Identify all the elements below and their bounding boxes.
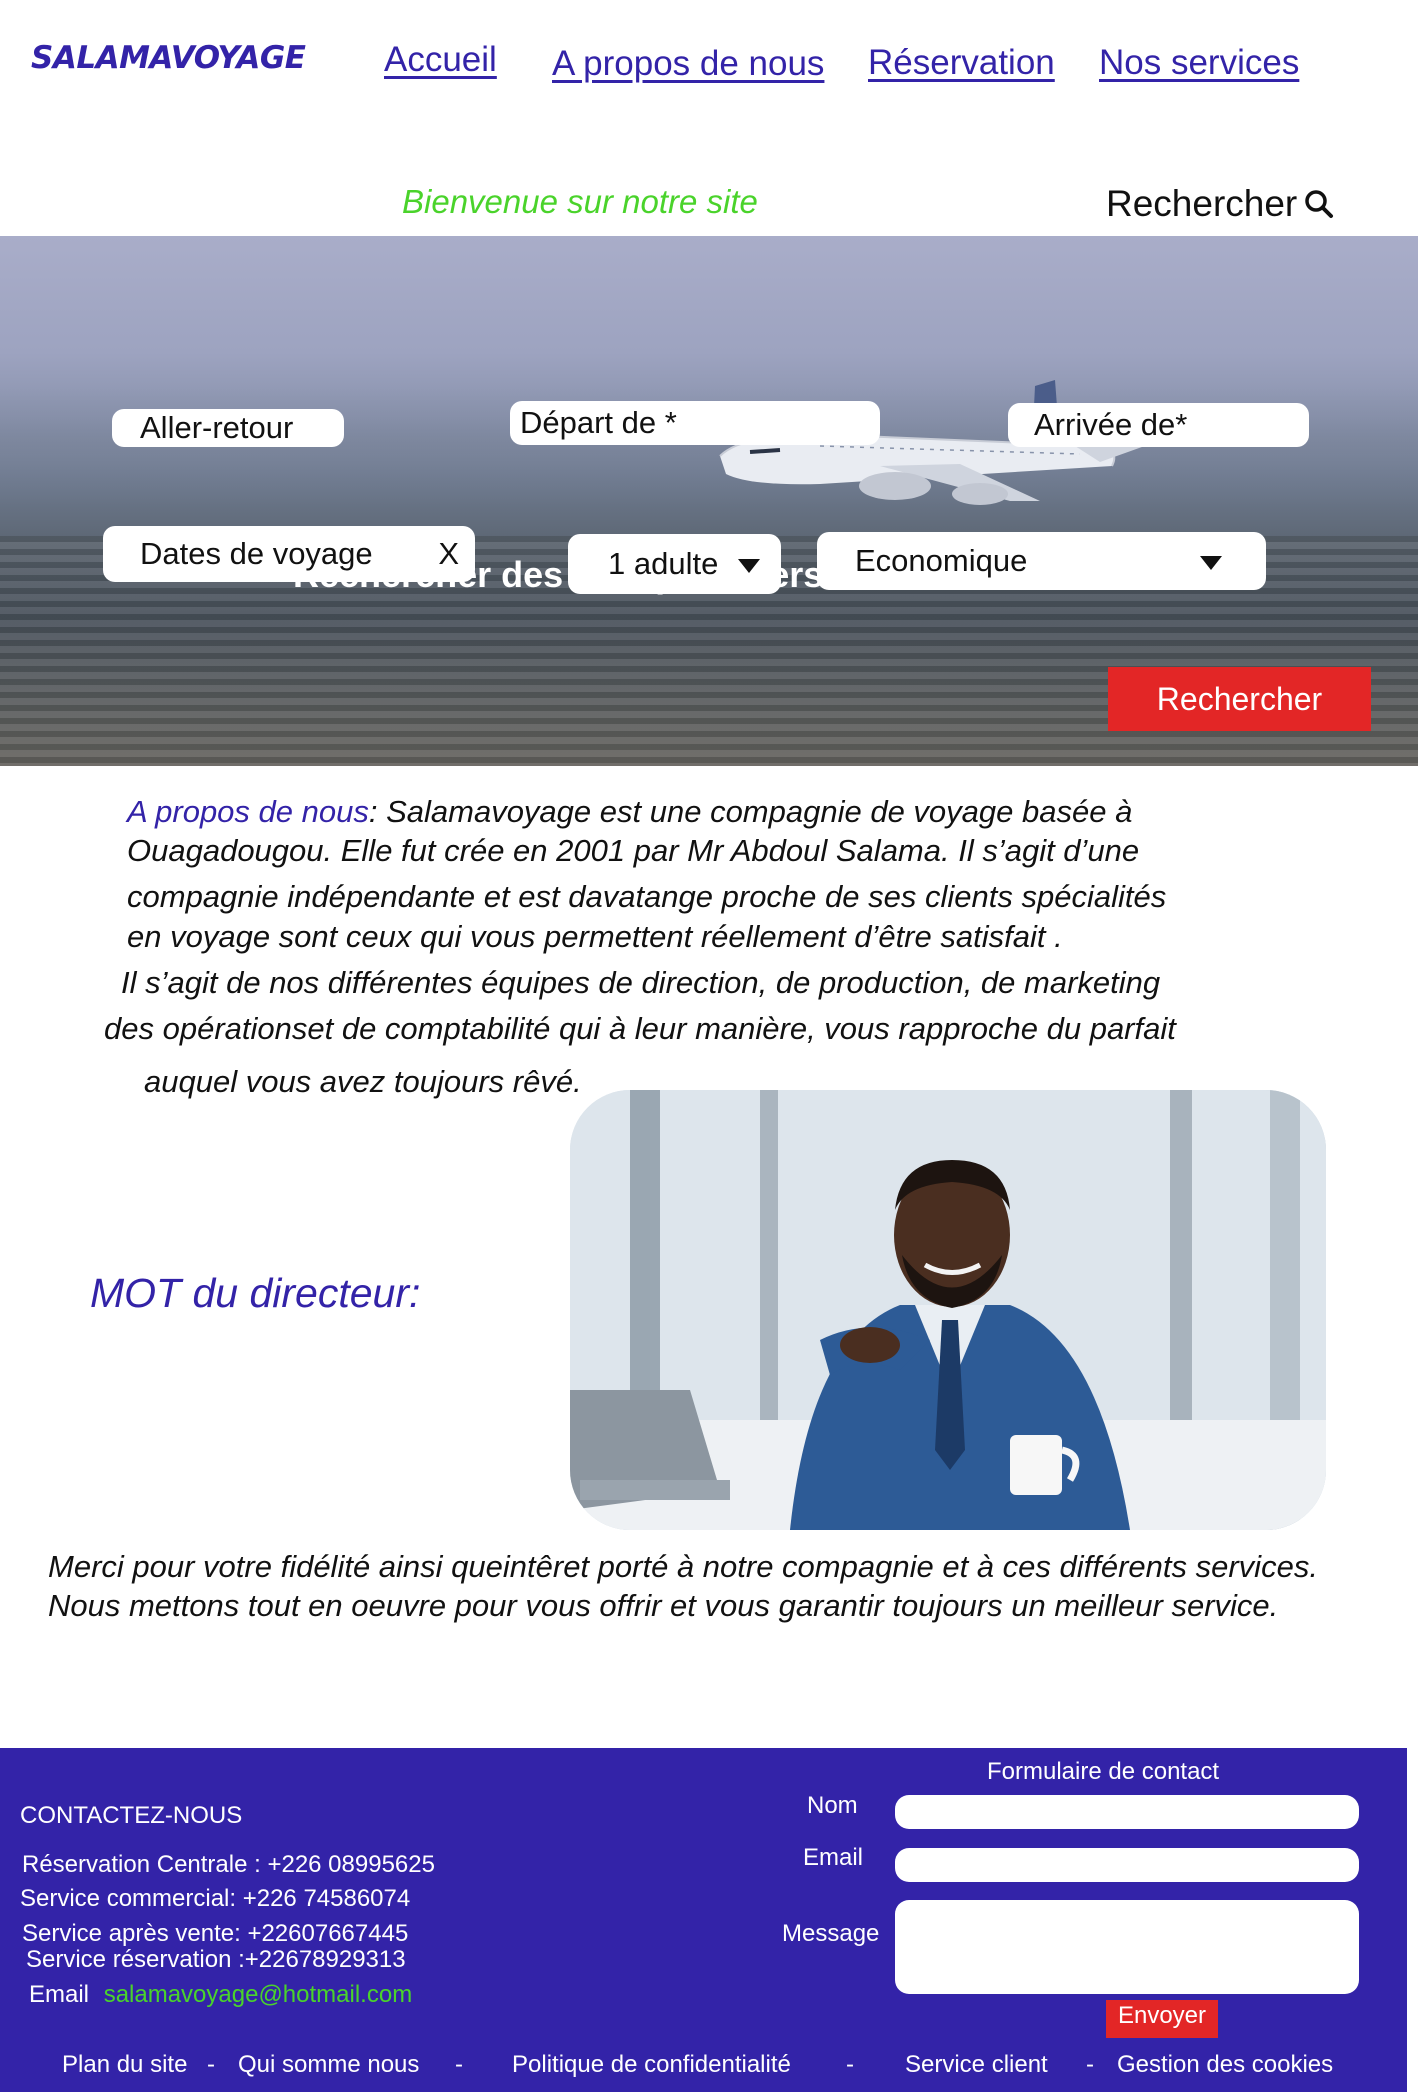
- footer-link-service-client[interactable]: Service client: [905, 2051, 1048, 2079]
- nav-accueil[interactable]: Accueil: [384, 40, 497, 80]
- search-flights-button[interactable]: Rechercher: [1108, 667, 1371, 731]
- contact-service-apres-vente: Service après vente: +22607667445: [22, 1920, 409, 1947]
- contact-service-commercial: Service commercial: +226 74586074: [20, 1885, 411, 1912]
- email-field-label: Email: [803, 1844, 864, 1871]
- hero-banner: Rechercher des vols pas chers Aller-reto…: [0, 236, 1418, 766]
- search-icon: [1305, 190, 1334, 218]
- footer: CONTACTEZ-NOUS Réservation Centrale : +2…: [0, 1748, 1407, 2092]
- contact-form-title: Formulaire de contact: [987, 1758, 1220, 1785]
- cabin-class-select[interactable]: Economique: [817, 532, 1266, 590]
- send-button[interactable]: Envoyer: [1106, 2000, 1218, 2038]
- travel-dates-placeholder: Dates de voyage: [140, 536, 373, 571]
- welcome-text: Bienvenue sur notre site: [402, 183, 758, 220]
- about-line-1: : Salamavoyage est une compagnie de voya…: [368, 794, 1133, 829]
- footer-link-plan-du-site[interactable]: Plan du site: [62, 2051, 187, 2079]
- director-title: MOT du directeur:: [90, 1270, 421, 1316]
- departure-input[interactable]: Départ de *: [510, 401, 880, 445]
- nav-a-propos[interactable]: A propos de nous: [552, 44, 824, 84]
- arrival-input[interactable]: Arrivée de*: [1008, 403, 1309, 447]
- about-line-4: en voyage sont ceux qui vous permettent …: [127, 919, 1063, 954]
- footer-separator: -: [846, 2051, 854, 2078]
- email-label: Email: [29, 1981, 90, 2008]
- passengers-select[interactable]: 1 adulte: [568, 534, 781, 594]
- nav-reservation[interactable]: Réservation: [868, 43, 1055, 83]
- passengers-value: 1 adulte: [608, 546, 719, 581]
- name-input[interactable]: [895, 1795, 1359, 1829]
- footer-separator: -: [1086, 2051, 1094, 2078]
- message-textarea[interactable]: [895, 1900, 1359, 1994]
- trip-type-select[interactable]: Aller-retour: [112, 409, 344, 447]
- header-search[interactable]: Rechercher: [1106, 183, 1335, 225]
- about-line-2: Ouagadougou. Elle fut crée en 2001 par M…: [127, 833, 1140, 868]
- chevron-down-icon: [1200, 556, 1222, 570]
- about-line-3: compagnie indépendante et est davatange …: [127, 879, 1167, 914]
- contact-title: CONTACTEZ-NOUS: [20, 1802, 243, 1829]
- airplane-image: [719, 380, 1228, 505]
- clear-dates-icon[interactable]: X: [438, 536, 459, 572]
- about-line-6: des opérationset de comptabilité qui à l…: [104, 1011, 1176, 1046]
- footer-link-politique[interactable]: Politique de confidentialité: [512, 2051, 791, 2079]
- nav-nos-services[interactable]: Nos services: [1099, 43, 1299, 83]
- departure-placeholder: Départ de *: [520, 405, 677, 440]
- chevron-down-icon: [738, 559, 761, 573]
- director-message: Merci pour votre fidélité ainsi queintêr…: [48, 1549, 1318, 1623]
- about-title: A propos de nous: [127, 794, 369, 829]
- site-logo[interactable]: SALAMAVOYAGE: [31, 40, 306, 76]
- email-input[interactable]: [895, 1848, 1359, 1882]
- about-line-7: auquel vous avez toujours rêvé.: [144, 1064, 582, 1099]
- header-search-label: Rechercher: [1106, 183, 1298, 224]
- contact-service-reservation: Service réservation :+22678929313: [26, 1946, 406, 1973]
- trip-type-value: Aller-retour: [140, 410, 294, 445]
- director-photo: [570, 1090, 1326, 1530]
- footer-link-qui-somme-nous[interactable]: Qui somme nous: [238, 2051, 419, 2079]
- name-label: Nom: [807, 1792, 858, 1819]
- travel-dates-input[interactable]: Dates de voyage X: [103, 526, 475, 582]
- director-photo-illustration: [570, 1090, 1326, 1530]
- cabin-class-value: Economique: [855, 543, 1028, 578]
- arrival-placeholder: Arrivée de*: [1034, 407, 1188, 442]
- footer-separator: -: [455, 2051, 463, 2078]
- footer-separator: -: [207, 2051, 215, 2078]
- email-link[interactable]: salamavoyage@hotmail.com: [104, 1981, 413, 2008]
- contact-reservation-centrale: Réservation Centrale : +226 08995625: [22, 1851, 435, 1878]
- about-line-5: Il s’agit de nos différentes équipes de …: [121, 965, 1161, 1000]
- message-label: Message: [782, 1920, 880, 1947]
- footer-link-cookies[interactable]: Gestion des cookies: [1117, 2051, 1333, 2079]
